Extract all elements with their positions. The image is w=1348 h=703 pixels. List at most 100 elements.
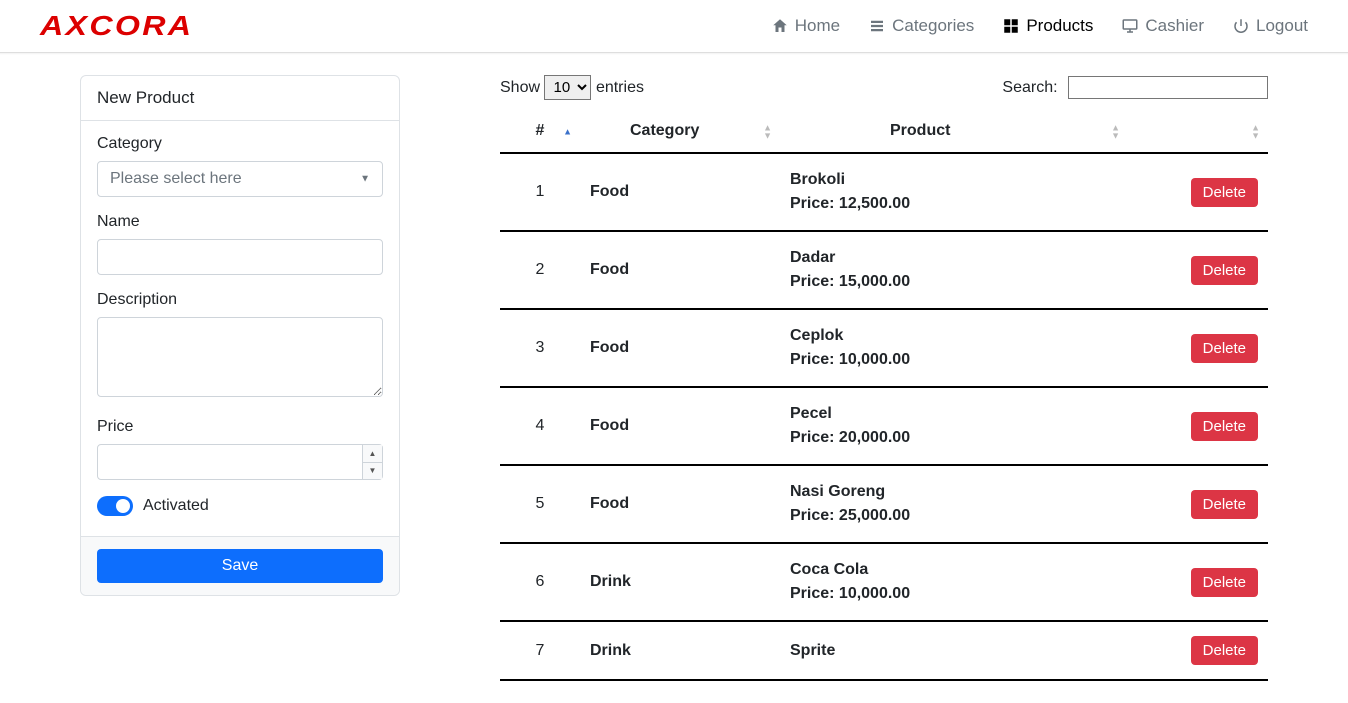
page-length: Show 10 entries <box>500 75 644 100</box>
table-row: 7DrinkSprite Delete <box>500 621 1268 680</box>
name-input[interactable] <box>97 239 383 275</box>
row-num: 5 <box>500 465 580 543</box>
col-actions[interactable]: ▲▼ <box>1128 112 1268 153</box>
search-input[interactable] <box>1068 76 1268 99</box>
name-group: Name <box>97 213 383 275</box>
row-actions: Delete <box>1128 621 1268 680</box>
col-product[interactable]: Product ▲▼ <box>780 112 1128 153</box>
table-row: 5FoodNasi GorengPrice: 25,000.00 Delete <box>500 465 1268 543</box>
table-row: 1FoodBrokoliPrice: 12,500.00 Delete <box>500 153 1268 231</box>
row-actions: Delete <box>1128 543 1268 621</box>
table-column: Show 10 entries Search: # ▲ <box>500 75 1268 681</box>
entries-label: entries <box>596 79 644 96</box>
row-num: 1 <box>500 153 580 231</box>
nav-logout[interactable]: Logout <box>1232 16 1308 36</box>
description-group: Description <box>97 291 383 402</box>
sort-icon: ▲▼ <box>1111 125 1120 140</box>
price-step-down[interactable]: ▼ <box>363 463 382 480</box>
table-row: 6DrinkCoca ColaPrice: 10,000.00 Delete <box>500 543 1268 621</box>
description-label: Description <box>97 291 383 309</box>
activated-label: Activated <box>143 497 209 515</box>
search-group: Search: <box>1002 76 1268 99</box>
navbar: AXCORA Home Categories Products Cashier <box>0 0 1348 53</box>
table-body: 1FoodBrokoliPrice: 12,500.00Delete2FoodD… <box>500 153 1268 680</box>
name-label: Name <box>97 213 383 231</box>
datatable-controls: Show 10 entries Search: <box>500 75 1268 100</box>
col-category[interactable]: Category ▲▼ <box>580 112 780 153</box>
row-category: Food <box>580 465 780 543</box>
category-select[interactable]: Please select here ▼ <box>97 161 383 197</box>
nav-products[interactable]: Products <box>1002 16 1093 36</box>
new-product-card: New Product Category Please select here … <box>80 75 400 596</box>
row-num: 7 <box>500 621 580 680</box>
show-label: Show <box>500 79 540 96</box>
nav-home-label: Home <box>795 16 840 36</box>
sort-icon: ▲▼ <box>763 125 772 140</box>
home-icon <box>771 17 789 35</box>
nav-cashier-label: Cashier <box>1145 16 1204 36</box>
row-category: Food <box>580 153 780 231</box>
nav-cashier[interactable]: Cashier <box>1121 16 1204 36</box>
delete-button[interactable]: Delete <box>1191 412 1258 441</box>
card-footer: Save <box>81 536 399 595</box>
main-container: New Product Category Please select here … <box>0 53 1348 703</box>
row-product: DadarPrice: 15,000.00 <box>780 231 1128 309</box>
nav-logout-label: Logout <box>1256 16 1308 36</box>
delete-button[interactable]: Delete <box>1191 636 1258 665</box>
nav-categories[interactable]: Categories <box>868 16 974 36</box>
delete-button[interactable]: Delete <box>1191 334 1258 363</box>
row-category: Food <box>580 231 780 309</box>
chevron-down-icon: ▼ <box>360 174 370 185</box>
row-actions: Delete <box>1128 153 1268 231</box>
monitor-icon <box>1121 17 1139 35</box>
row-category: Drink <box>580 621 780 680</box>
row-num: 2 <box>500 231 580 309</box>
row-product: PecelPrice: 20,000.00 <box>780 387 1128 465</box>
row-category: Food <box>580 387 780 465</box>
delete-button[interactable]: Delete <box>1191 178 1258 207</box>
row-actions: Delete <box>1128 465 1268 543</box>
row-actions: Delete <box>1128 387 1268 465</box>
activated-group: Activated <box>97 496 383 516</box>
nav-home[interactable]: Home <box>771 16 840 36</box>
table-row: 4FoodPecelPrice: 20,000.00 Delete <box>500 387 1268 465</box>
price-label: Price <box>97 418 383 436</box>
products-table: # ▲ Category ▲▼ Product ▲▼ ▲▼ <box>500 112 1268 681</box>
price-group: Price ▲ ▼ <box>97 418 383 480</box>
list-icon <box>868 17 886 35</box>
power-icon <box>1232 17 1250 35</box>
activated-toggle[interactable] <box>97 496 133 516</box>
row-product: Nasi GorengPrice: 25,000.00 <box>780 465 1128 543</box>
row-num: 3 <box>500 309 580 387</box>
delete-button[interactable]: Delete <box>1191 568 1258 597</box>
nav-categories-label: Categories <box>892 16 974 36</box>
nav-links: Home Categories Products Cashier Logout <box>771 16 1308 36</box>
row-num: 6 <box>500 543 580 621</box>
page-size-select[interactable]: 10 <box>544 75 591 100</box>
nav-products-label: Products <box>1026 16 1093 36</box>
price-input[interactable] <box>97 444 383 480</box>
grid-icon <box>1002 17 1020 35</box>
form-column: New Product Category Please select here … <box>80 75 400 596</box>
table-row: 3FoodCeplokPrice: 10,000.00Delete <box>500 309 1268 387</box>
row-actions: Delete <box>1128 309 1268 387</box>
row-category: Drink <box>580 543 780 621</box>
delete-button[interactable]: Delete <box>1191 490 1258 519</box>
col-num[interactable]: # ▲ <box>500 112 580 153</box>
category-label: Category <box>97 135 383 153</box>
sort-icon: ▲ <box>563 129 572 136</box>
table-row: 2FoodDadarPrice: 15,000.00 Delete <box>500 231 1268 309</box>
delete-button[interactable]: Delete <box>1191 256 1258 285</box>
row-product: CeplokPrice: 10,000.00 <box>780 309 1128 387</box>
row-num: 4 <box>500 387 580 465</box>
description-input[interactable] <box>97 317 383 397</box>
save-button[interactable]: Save <box>97 549 383 583</box>
row-product: BrokoliPrice: 12,500.00 <box>780 153 1128 231</box>
price-stepper: ▲ ▼ <box>362 445 382 479</box>
card-body: Category Please select here ▼ Name Descr… <box>81 121 399 536</box>
row-product: Coca ColaPrice: 10,000.00 <box>780 543 1128 621</box>
category-placeholder: Please select here <box>110 170 242 187</box>
price-step-up[interactable]: ▲ <box>363 445 382 463</box>
row-actions: Delete <box>1128 231 1268 309</box>
row-product: Sprite <box>780 621 1128 680</box>
